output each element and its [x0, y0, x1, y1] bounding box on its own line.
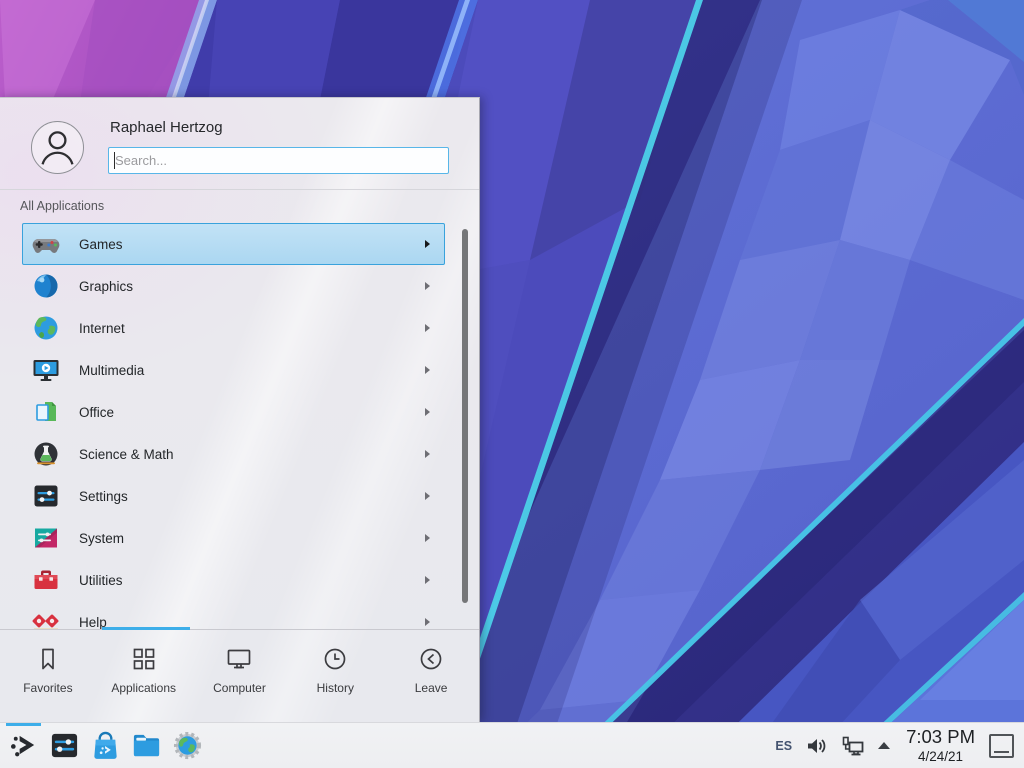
- scrollbar[interactable]: [462, 229, 468, 603]
- submenu-arrow-icon: [425, 492, 430, 500]
- expand-tray-icon[interactable]: [878, 742, 890, 749]
- tab-label: Computer: [213, 681, 266, 695]
- app-grid-icon: [130, 645, 158, 673]
- menu-item-graphics[interactable]: Graphics: [22, 265, 445, 307]
- submenu-arrow-icon: [425, 576, 430, 584]
- clock-time: 7:03 PM: [906, 728, 975, 747]
- submenu-arrow-icon: [425, 534, 430, 542]
- globe-gear-icon: [172, 730, 203, 761]
- header-divider: [0, 189, 479, 190]
- desktop: Raphael Hertzog All Applications Games G…: [0, 0, 1024, 768]
- launcher-header: Raphael Hertzog: [0, 98, 479, 189]
- menu-item-label: Internet: [79, 321, 125, 336]
- category-list: Games Graphics Internet: [0, 219, 479, 629]
- menu-item-internet[interactable]: Internet: [22, 307, 445, 349]
- search-input[interactable]: [108, 147, 449, 174]
- menu-item-office[interactable]: Office: [22, 391, 445, 433]
- leave-icon: [417, 645, 445, 673]
- active-tab-indicator: [102, 627, 190, 630]
- menu-item-multimedia[interactable]: Multimedia: [22, 349, 445, 391]
- menu-item-label: Science & Math: [79, 447, 174, 462]
- menu-item-label: Utilities: [79, 573, 123, 588]
- menu-item-science[interactable]: Science & Math: [22, 433, 445, 475]
- menu-item-settings[interactable]: Settings: [22, 475, 445, 517]
- tab-label: Leave: [415, 681, 448, 695]
- menu-item-label: Graphics: [79, 279, 133, 294]
- menu-item-utilities[interactable]: Utilities: [22, 559, 445, 601]
- taskbar-left: [0, 723, 208, 768]
- bookmark-icon: [34, 645, 62, 673]
- tab-history[interactable]: History: [287, 630, 383, 723]
- application-launcher: Raphael Hertzog All Applications Games G…: [0, 97, 480, 722]
- menu-item-system[interactable]: System: [22, 517, 445, 559]
- submenu-arrow-icon: [425, 618, 430, 626]
- history-clock-icon: [321, 645, 349, 673]
- submenu-arrow-icon: [425, 450, 430, 458]
- taskbar: ES 7:03 PM 4/24/21: [0, 722, 1024, 768]
- menu-item-label: Settings: [79, 489, 128, 504]
- submenu-arrow-icon: [425, 366, 430, 374]
- gamepad-icon: [32, 230, 60, 258]
- discover-store-button[interactable]: [85, 723, 126, 768]
- computer-icon: [225, 645, 253, 673]
- multimedia-monitor-icon: [32, 356, 60, 384]
- tab-leave[interactable]: Leave: [383, 630, 479, 723]
- menu-item-label: Multimedia: [79, 363, 144, 378]
- system-settings-button[interactable]: [44, 723, 85, 768]
- folder-icon: [131, 730, 162, 761]
- graphics-sphere-icon: [32, 272, 60, 300]
- science-flask-icon: [32, 440, 60, 468]
- shopping-bag-icon: [90, 730, 121, 761]
- submenu-arrow-icon: [425, 282, 430, 290]
- menu-item-help[interactable]: Help: [22, 601, 445, 629]
- clock-date: 4/24/21: [906, 750, 975, 764]
- tab-computer[interactable]: Computer: [192, 630, 288, 723]
- tab-favorites[interactable]: Favorites: [0, 630, 96, 723]
- menu-item-label: Office: [79, 405, 114, 420]
- section-label: All Applications: [20, 199, 104, 213]
- submenu-arrow-icon: [425, 324, 430, 332]
- kali-menu-button[interactable]: [3, 723, 44, 768]
- globe-icon: [32, 314, 60, 342]
- web-browser-button[interactable]: [167, 723, 208, 768]
- user-icon: [32, 122, 83, 173]
- show-desktop-button[interactable]: [989, 734, 1014, 758]
- utilities-toolbox-icon: [32, 566, 60, 594]
- submenu-arrow-icon: [425, 240, 430, 248]
- help-lifebuoy-icon: [32, 608, 60, 629]
- menu-item-label: System: [79, 531, 124, 546]
- search-wrap: [108, 147, 449, 174]
- tab-label: Favorites: [23, 681, 72, 695]
- active-app-indicator: [6, 723, 41, 726]
- submenu-arrow-icon: [425, 408, 430, 416]
- user-avatar[interactable]: [31, 121, 84, 174]
- user-name: Raphael Hertzog: [110, 119, 223, 136]
- launcher-tab-bar: Favorites Applications Computer History …: [0, 630, 479, 723]
- tab-applications[interactable]: Applications: [96, 630, 192, 723]
- kali-logo-icon: [8, 730, 39, 761]
- menu-item-games[interactable]: Games: [22, 223, 445, 265]
- settings-sliders-icon: [32, 482, 60, 510]
- text-caret: [114, 152, 115, 169]
- volume-icon[interactable]: [806, 736, 828, 756]
- menu-item-label: Games: [79, 237, 123, 252]
- file-manager-button[interactable]: [126, 723, 167, 768]
- office-documents-icon: [32, 398, 60, 426]
- clock[interactable]: 7:03 PM 4/24/21: [906, 728, 975, 763]
- system-icon: [32, 524, 60, 552]
- system-settings-icon: [49, 730, 80, 761]
- network-icon[interactable]: [841, 735, 865, 757]
- system-tray: ES 7:03 PM 4/24/21: [775, 723, 1024, 768]
- keyboard-layout-indicator[interactable]: ES: [775, 739, 792, 753]
- tab-label: Applications: [111, 681, 176, 695]
- tab-label: History: [317, 681, 354, 695]
